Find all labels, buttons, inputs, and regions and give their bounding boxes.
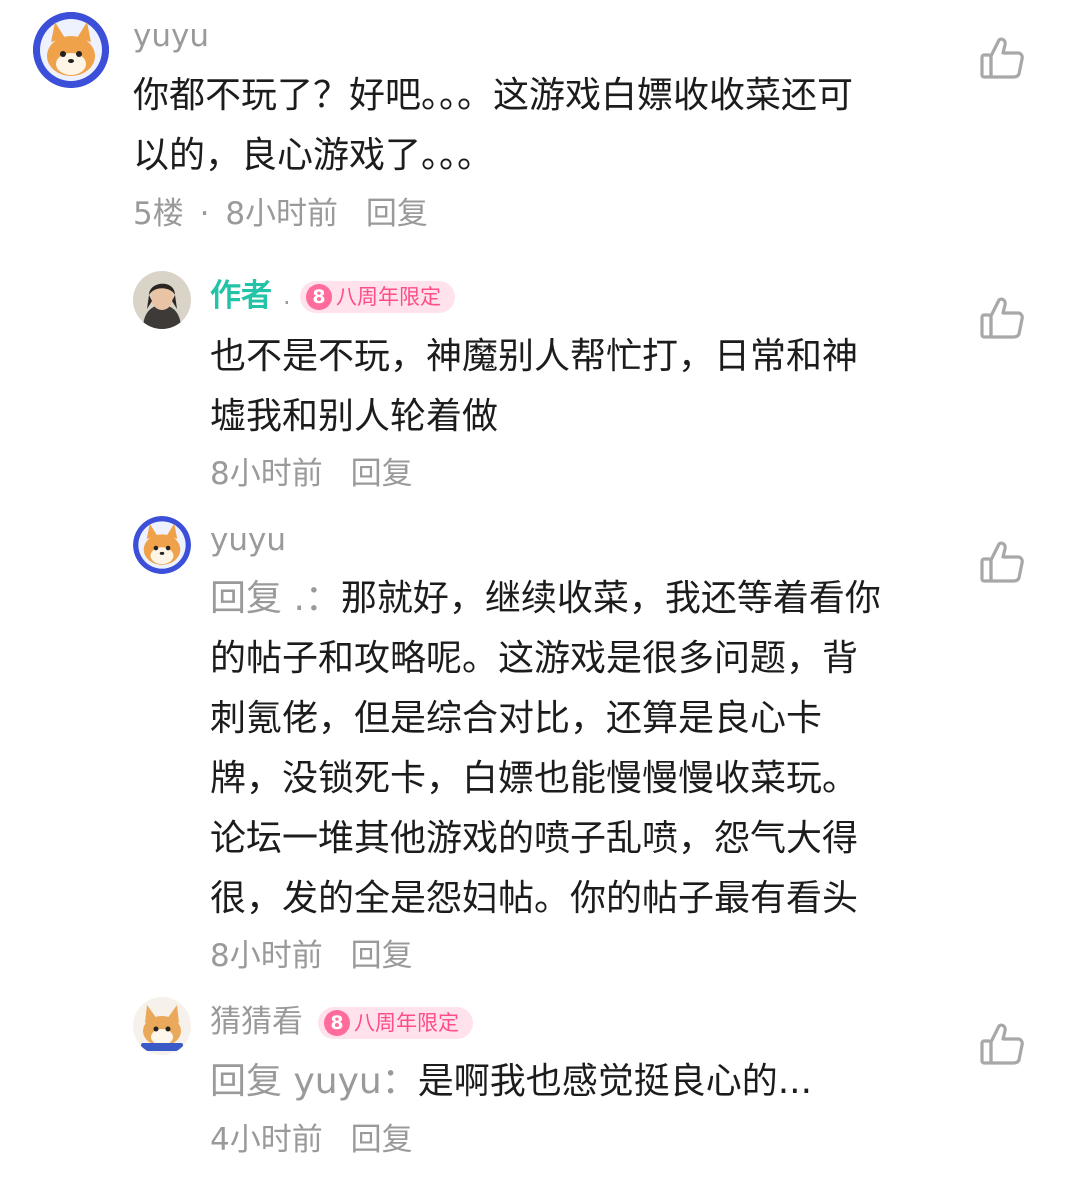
reply-text: 回复 yuyu：是啊我也感觉挺良心的... [210, 1052, 970, 1112]
thumbs-up-icon [980, 297, 1024, 339]
avatar[interactable] [133, 516, 191, 574]
reply-text-line: 牌，没锁死卡，白嫖也能慢慢慢收菜玩。 [210, 758, 859, 799]
reply-meta: 4小时前 回复 [210, 1120, 413, 1160]
reply-text-line: 很，发的全是怨妇帖。你的帖子最有看头 [210, 878, 859, 919]
reply-meta: 8小时前 回复 [210, 454, 413, 494]
reply-button[interactable]: 回复 [351, 938, 413, 974]
comment-username[interactable]: yuyu [133, 16, 209, 56]
comment-text-line: 以的，良心游戏了。。。 [133, 135, 494, 176]
reply-meta: 8小时前 回复 [210, 936, 413, 976]
reply-button[interactable]: 回复 [351, 456, 413, 492]
timestamp: 8小时前 [225, 196, 339, 232]
reply-username[interactable]: 猜猜看 [210, 1002, 303, 1042]
reply-text: 也不是不玩，神魔别人帮忙打，日常和神 墟我和别人轮着做 [210, 327, 950, 447]
anniversary-badge: 8 八周年限定 [318, 1007, 473, 1039]
reply-text-line: 回复 .：那就好，继续收菜，我还等着看你 [210, 569, 970, 629]
reply-button[interactable]: 回复 [351, 1122, 413, 1158]
avatar[interactable] [133, 997, 191, 1055]
avatar[interactable] [133, 271, 191, 329]
timestamp: 8小时前 [210, 456, 323, 492]
reply-button[interactable]: 回复 [366, 196, 428, 232]
reply-text-line: 刺氪佬，但是综合对比，还算是良心卡 [210, 698, 823, 739]
like-button[interactable] [978, 1020, 1026, 1068]
thumbs-up-icon [980, 37, 1024, 79]
eight-badge-icon: 8 [324, 1010, 350, 1036]
like-button[interactable] [978, 294, 1026, 342]
reply-prefix[interactable]: 回复 yuyu： [210, 1061, 418, 1102]
reply-text: 回复 .：那就好，继续收菜，我还等着看你 的帖子和攻略呢。这游戏是很多问题，背 … [210, 569, 970, 929]
floor-label: 5楼 [133, 196, 184, 232]
separator: · [199, 196, 210, 232]
comment-meta: 5楼 · 8小时前 回复 [133, 194, 428, 234]
reply-text-line: 论坛一堆其他游戏的喷子乱喷，怨气大得 [210, 818, 859, 859]
comment-text-line: 你都不玩了？好吧。。。这游戏白嫖收收菜还可 [133, 75, 854, 116]
author-username[interactable]: 作者 [210, 276, 272, 316]
reply-text-line: 也不是不玩，神魔别人帮忙打，日常和神 [210, 336, 859, 377]
reply-text-line-content: 是啊我也感觉挺良心的... [417, 1061, 813, 1102]
reply-prefix[interactable]: 回复 .： [210, 578, 341, 619]
comment-text: 你都不玩了？好吧。。。这游戏白嫖收收菜还可 以的，良心游戏了。。。 [133, 66, 953, 186]
reply-text-line-content: 那就好，继续收菜，我还等着看你 [340, 578, 881, 619]
reply-text-line: 回复 yuyu：是啊我也感觉挺良心的... [210, 1052, 970, 1112]
like-button[interactable] [978, 34, 1026, 82]
reply-text-line: 墟我和别人轮着做 [210, 396, 499, 437]
reply-text-line: 的帖子和攻略呢。这游戏是很多问题，背 [210, 638, 859, 679]
timestamp: 4小时前 [210, 1122, 323, 1158]
name-suffix: . [283, 282, 291, 310]
timestamp: 8小时前 [210, 938, 323, 974]
badge-label: 八周年限定 [336, 285, 441, 309]
reply-username[interactable]: yuyu [210, 520, 286, 560]
like-button[interactable] [978, 538, 1026, 586]
avatar[interactable] [33, 12, 109, 88]
thumbs-up-icon [980, 1023, 1024, 1065]
thumbs-up-icon [980, 541, 1024, 583]
eight-badge-icon: 8 [306, 284, 332, 310]
badge-label: 八周年限定 [354, 1011, 459, 1035]
anniversary-badge: 8 八周年限定 [300, 281, 455, 313]
